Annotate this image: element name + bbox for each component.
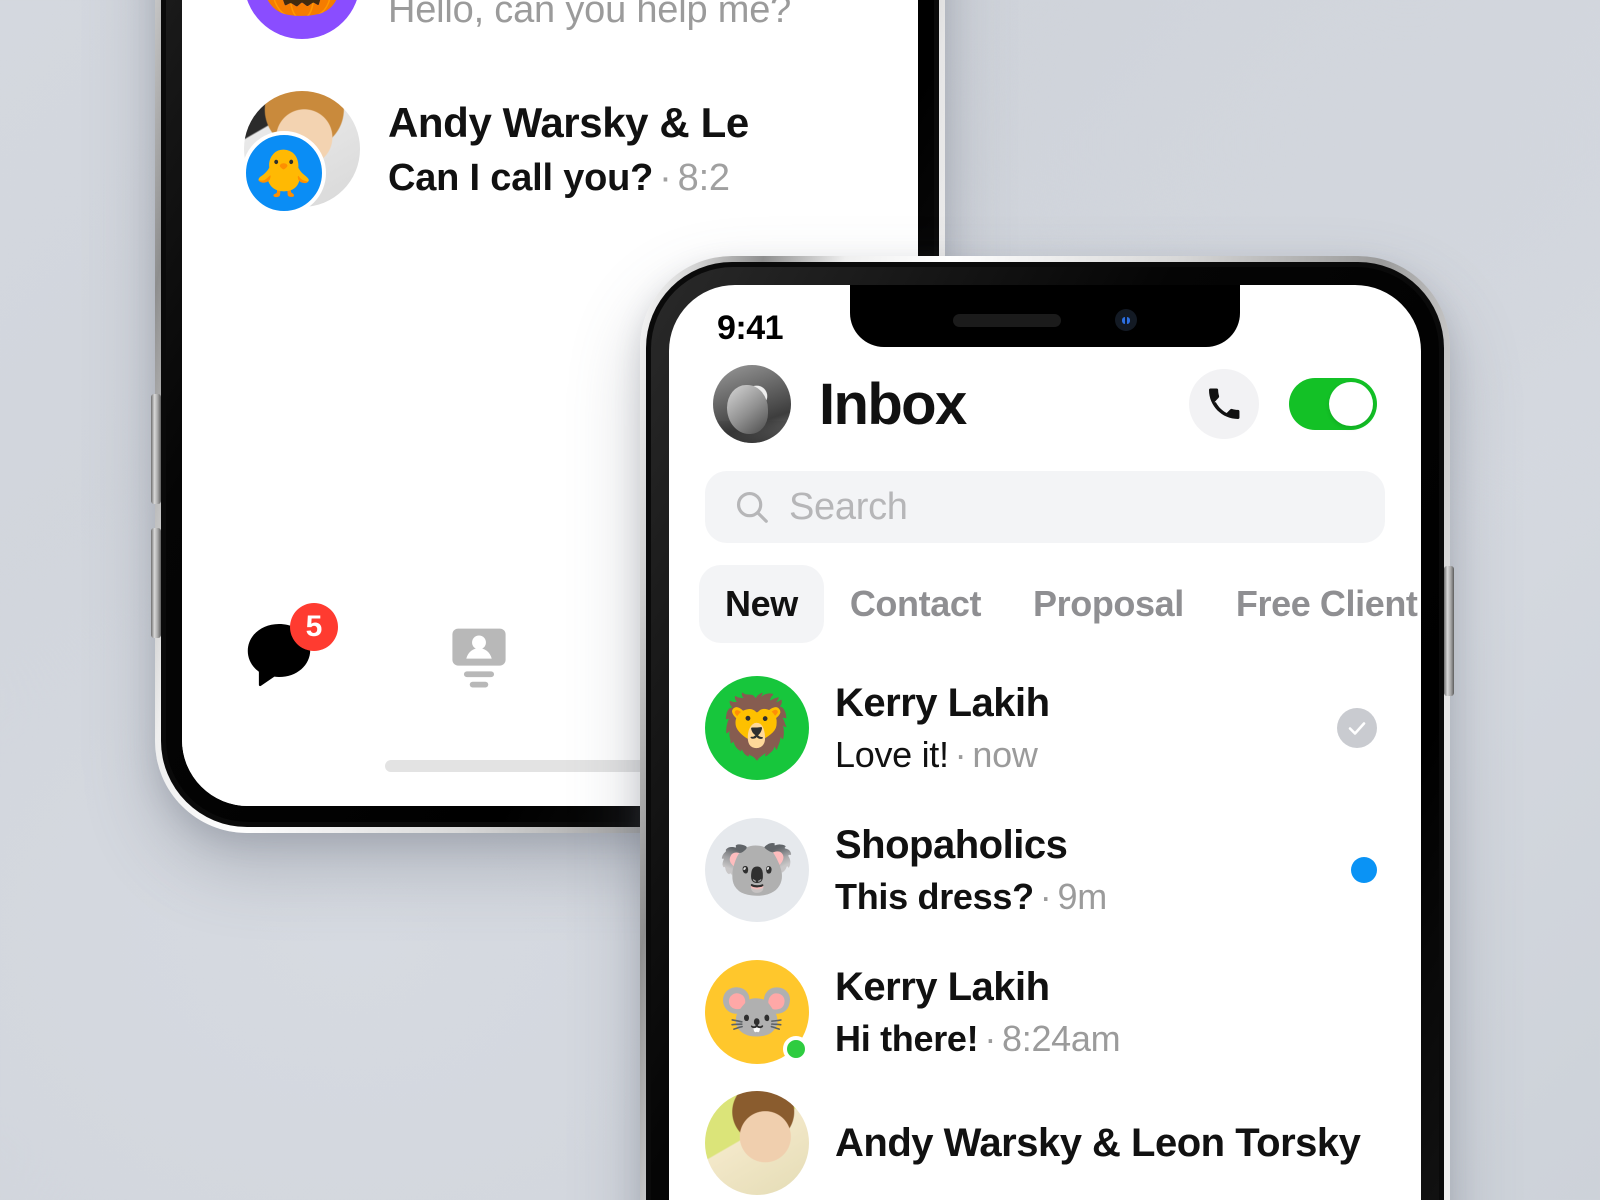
status-toggle[interactable] [1289,378,1377,430]
earpiece-speaker [953,313,1061,327]
preview-separator: · [659,156,672,199]
preview-time: 8:24am [1002,1017,1121,1059]
avatar[interactable] [713,365,791,443]
preview-separator: · [984,1017,997,1059]
list-item[interactable]: 🦁 Kerry Lakih Love it! · now [669,657,1421,799]
back-list-item[interactable]: 🐥 Andy Warsky & Le Can I call you? · 8:2 [182,65,918,233]
conversation-name: Andy Warsky & Leon Torsky [835,1120,1361,1165]
contacts-icon [452,628,506,688]
preview-message: This dress? [835,875,1034,917]
list-item-text: Shopaholics Hello, can you help me? [388,0,791,32]
status-badge-unread [1351,857,1377,883]
avatar: 🐭 [705,960,809,1064]
conversation-name: Andy Warsky & Le [388,98,749,146]
avatar: 🎃 [244,0,360,39]
tab-contacts[interactable] [442,617,516,691]
list-item-text: Andy Warsky & Leon Torsky [835,1120,1361,1166]
status-badge-seen [1337,708,1377,748]
avatar-emoji-lion: 🦁 [705,676,809,780]
avatar-emoji-koala: 🐨 [705,818,809,922]
conversation-name: Kerry Lakih [835,964,1050,1009]
list-item-text: Andy Warsky & Le Can I call you? · 8:2 [388,99,749,200]
front-phone-screen: 9:41 Inbox Search New Contact Proposal F… [669,285,1421,1200]
list-item-status [1351,857,1377,883]
call-button[interactable] [1189,369,1259,439]
avatar-emoji-pumpkin: 🎃 [244,0,360,39]
preview-time: 8:2 [677,156,730,199]
notch [850,285,1240,347]
tab-chats[interactable]: 5 [242,603,338,691]
page-title: Inbox [819,371,967,437]
list-item-text: Shopaholics This dress? · 9m [835,823,1107,918]
front-phone-power-button[interactable] [1444,566,1454,696]
tab-new[interactable]: New [699,565,824,643]
list-item-text: Kerry Lakih Hi there! · 8:24am [835,964,1121,1060]
conversation-preview: This dress? · 9m [835,876,1107,918]
conversation-preview: Hello, can you help me? [388,0,792,31]
header-actions [1189,369,1377,439]
list-item[interactable]: 🐭 Kerry Lakih Hi there! · 8:24am [669,941,1421,1083]
front-camera-icon [1115,309,1137,331]
check-icon [1348,722,1366,735]
conversation-preview: Can I call you? · 8:2 [388,157,749,200]
chats-unread-badge: 5 [290,603,338,651]
avatar-photo-person [705,1091,809,1195]
search-input[interactable]: Search [705,471,1385,543]
list-item[interactable]: 🐨 Shopaholics This dress? · 9m [669,799,1421,941]
back-list-item[interactable]: 🎃 Shopaholics Hello, can you help me? [182,0,918,65]
list-item-text: Kerry Lakih Love it! · now [835,681,1050,776]
phone-icon [1209,388,1240,419]
avatar-emoji-chick: 🐥 [242,131,326,215]
avatar-group [705,1091,809,1195]
search-placeholder: Search [789,485,908,528]
front-phone-device: 9:41 Inbox Search New Contact Proposal F… [640,256,1454,1200]
online-status-dot [783,1036,809,1062]
preview-message: Hi there! [835,1017,979,1059]
app-header: Inbox [669,355,1421,443]
search-icon [736,491,768,523]
preview-time: 9m [1057,875,1107,917]
status-bar-clock: 9:41 [717,308,784,347]
avatar: 🦁 [705,676,809,780]
conversation-list: 🦁 Kerry Lakih Love it! · now 🐨 Shopaholi… [669,657,1421,1200]
conversation-preview: Hi there! · 8:24am [835,1017,1121,1060]
conversation-preview: Love it! · now [835,734,1050,776]
list-item-status [1337,708,1377,748]
back-phone-volume-down-button[interactable] [151,528,161,638]
toggle-knob [1329,382,1373,426]
preview-message: Love it! [835,733,949,775]
preview-message: Can I call you? [388,156,654,199]
preview-separator: · [954,733,967,775]
conversation-name: Kerry Lakih [835,680,1050,725]
tab-proposal[interactable]: Proposal [1007,565,1210,643]
back-phone-volume-up-button[interactable] [151,394,161,504]
list-item[interactable]: Andy Warsky & Leon Torsky [669,1083,1421,1200]
avatar-group: 🐥 [242,91,360,215]
tab-free-client[interactable]: Free Client [1210,565,1421,643]
back-conversation-list: 🐭 Kerry Lakih Hi there!·8:24am 🦊 [182,0,918,233]
filter-tabs: New Contact Proposal Free Client [699,565,1418,643]
tab-contact[interactable]: Contact [824,565,1007,643]
conversation-name: Shopaholics [835,822,1068,867]
preview-separator: · [1039,875,1052,917]
avatar: 🐨 [705,818,809,922]
preview-time: now [972,733,1038,775]
